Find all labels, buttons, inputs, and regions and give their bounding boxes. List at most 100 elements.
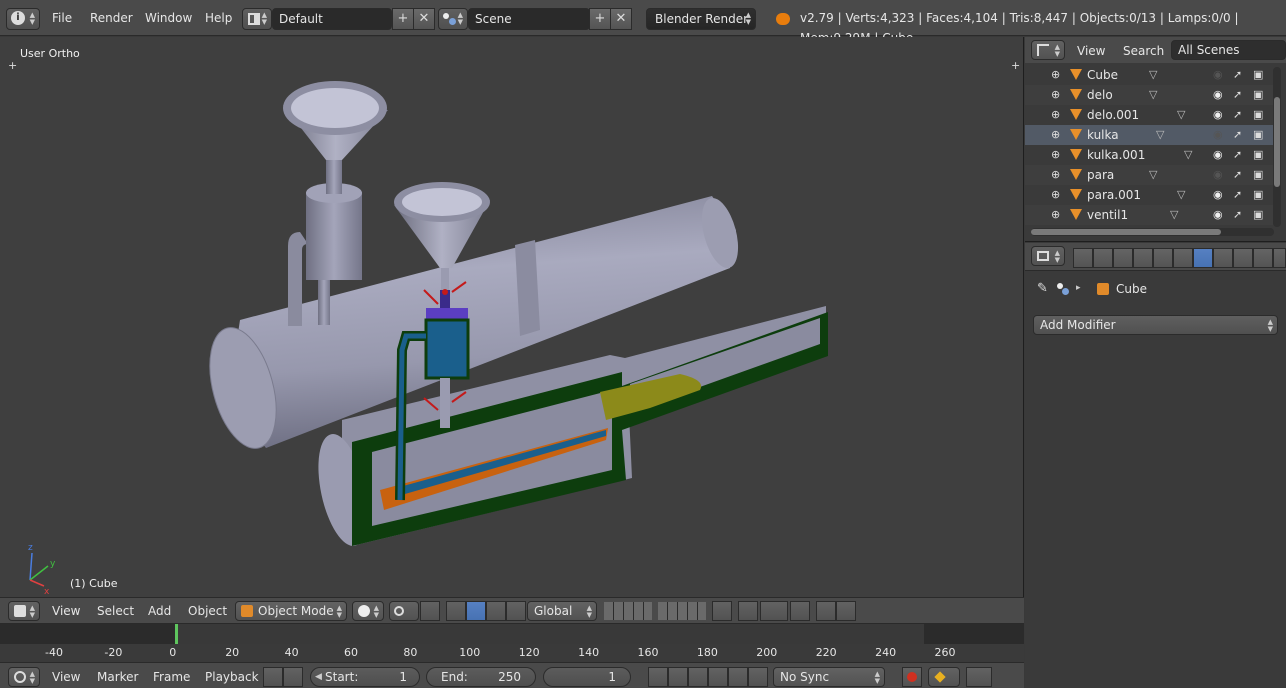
editor-type-button[interactable]: ▲ ▼ — [1031, 246, 1065, 266]
expand-icon[interactable]: ⊕ — [1051, 205, 1060, 225]
manipulator-toggle[interactable] — [420, 601, 440, 621]
visibility-eye-icon[interactable]: ◉ — [1213, 205, 1223, 225]
play-reverse-button[interactable] — [688, 667, 708, 687]
scene-name-field[interactable]: Scene — [468, 8, 590, 30]
select-cursor-icon[interactable]: ➚ — [1233, 185, 1242, 205]
play-button[interactable] — [708, 667, 728, 687]
remove-layout-button[interactable]: ✕ — [413, 8, 435, 30]
select-cursor-icon[interactable]: ➚ — [1233, 65, 1242, 85]
outliner-item-name[interactable]: kulka — [1087, 125, 1119, 145]
layout-browse-button[interactable]: ▲ ▼ — [242, 8, 272, 30]
render-camera-icon[interactable]: ▣ — [1253, 205, 1263, 225]
insert-keyframe-button[interactable] — [966, 667, 992, 687]
visibility-eye-icon[interactable]: ◉ — [1213, 105, 1223, 125]
jump-keyframe-forward-button[interactable] — [728, 667, 748, 687]
pin-icon[interactable]: ✎ — [1037, 281, 1048, 296]
menu-window[interactable]: Window — [145, 8, 192, 28]
mode-select[interactable]: Object Mode ▲ ▼ — [235, 601, 347, 621]
layout-name-field[interactable]: Default — [272, 8, 392, 30]
start-frame-field[interactable]: ◀ Start: 1 — [310, 667, 420, 687]
outliner-item[interactable]: ⊕ Cube ▽ ◉ ➚ ▣ — [1025, 65, 1273, 85]
layer-buttons-1[interactable] — [604, 602, 652, 620]
layer-buttons-2[interactable] — [658, 602, 706, 620]
menu-select[interactable]: Select — [97, 602, 134, 620]
outliner-item[interactable]: ⊕ ventil1 ▽ ◉ ➚ ▣ — [1025, 205, 1273, 225]
add-scene-button[interactable]: + — [589, 8, 611, 30]
auto-keying-button[interactable] — [902, 667, 922, 687]
add-layout-button[interactable]: + — [392, 8, 414, 30]
outliner-item[interactable]: ⊕ delo ▽ ◉ ➚ ▣ — [1025, 85, 1273, 105]
editor-type-button[interactable]: ▲ ▼ — [8, 601, 40, 621]
menu-search[interactable]: Search — [1123, 42, 1164, 60]
visibility-eye-icon[interactable]: ◉ — [1213, 165, 1223, 185]
3d-viewport[interactable]: User Ortho + + z y x (1) Cube — [0, 37, 1024, 597]
expand-icon[interactable]: ⊕ — [1051, 165, 1060, 185]
outliner-item[interactable]: ⊕ kulka ▽ ◉ ➚ ▣ — [1025, 125, 1273, 145]
translate-manipulator-button[interactable] — [446, 601, 466, 621]
orientation-select[interactable]: Global ▲ ▼ — [527, 601, 597, 621]
menu-view[interactable]: View — [52, 668, 80, 686]
jump-start-button[interactable] — [648, 667, 668, 687]
display-mode-select[interactable]: All Scenes — [1171, 40, 1286, 60]
tab-render-layers[interactable] — [1093, 248, 1113, 268]
sync-mode-select[interactable]: No Sync ▲ ▼ — [773, 667, 885, 687]
tab-texture[interactable] — [1253, 248, 1273, 268]
add-modifier-select[interactable]: Add Modifier ▲ ▼ — [1033, 315, 1278, 335]
tab-material[interactable] — [1233, 248, 1253, 268]
outliner-item[interactable]: ⊕ para ▽ ◉ ➚ ▣ — [1025, 165, 1273, 185]
editor-type-button[interactable]: ▲ ▼ — [8, 667, 40, 687]
remove-scene-button[interactable]: ✕ — [610, 8, 632, 30]
expand-icon[interactable]: ⊕ — [1051, 145, 1060, 165]
select-cursor-icon[interactable]: ➚ — [1233, 205, 1242, 225]
menu-help[interactable]: Help — [205, 8, 232, 28]
render-camera-icon[interactable]: ▣ — [1253, 85, 1263, 105]
expand-icon[interactable]: ⊕ — [1051, 185, 1060, 205]
tab-physics[interactable] — [1273, 248, 1286, 268]
tab-modifiers[interactable] — [1193, 248, 1213, 268]
render-camera-icon[interactable]: ▣ — [1253, 165, 1263, 185]
outliner-item-name[interactable]: para — [1087, 165, 1114, 185]
outliner-item-name[interactable]: kulka.001 — [1087, 145, 1145, 165]
select-cursor-icon[interactable]: ➚ — [1233, 145, 1242, 165]
select-cursor-icon[interactable]: ➚ — [1233, 165, 1242, 185]
current-frame-field[interactable]: 1 — [543, 667, 631, 687]
visibility-eye-icon[interactable]: ◉ — [1213, 145, 1223, 165]
pivot-select[interactable] — [389, 601, 419, 621]
render-camera-icon[interactable]: ▣ — [1253, 145, 1263, 165]
outliner-item-name[interactable]: para.001 — [1087, 185, 1141, 205]
translate-button[interactable] — [466, 601, 486, 621]
select-cursor-icon[interactable]: ➚ — [1233, 105, 1242, 125]
tab-world[interactable] — [1133, 248, 1153, 268]
menu-object[interactable]: Object — [188, 602, 227, 620]
rotate-button[interactable] — [486, 601, 506, 621]
menu-render[interactable]: Render — [90, 8, 133, 28]
render-engine-select[interactable]: Blender Render ▲ ▼ — [646, 8, 756, 30]
outliner-vscrollbar[interactable] — [1273, 67, 1281, 227]
editor-type-button[interactable]: ▲ ▼ — [1031, 40, 1065, 60]
outliner-item-name[interactable]: Cube — [1087, 65, 1118, 85]
frame-cursor[interactable] — [175, 624, 178, 644]
render-animation-button[interactable] — [836, 601, 856, 621]
end-frame-field[interactable]: End: 250 — [426, 667, 536, 687]
lock-layers-button[interactable] — [712, 601, 732, 621]
snap-target-button[interactable] — [790, 601, 810, 621]
outliner-item[interactable]: ⊕ delo.001 ▽ ◉ ➚ ▣ — [1025, 105, 1273, 125]
menu-view[interactable]: View — [52, 602, 80, 620]
menu-add[interactable]: Add — [148, 602, 171, 620]
visibility-eye-icon[interactable]: ◉ — [1213, 125, 1223, 145]
proportional-edit-button[interactable] — [738, 601, 758, 621]
menu-frame[interactable]: Frame — [153, 668, 190, 686]
jump-keyframe-back-button[interactable] — [668, 667, 688, 687]
tab-render[interactable] — [1073, 248, 1093, 268]
shading-select[interactable]: ▲ ▼ — [352, 601, 384, 621]
tab-object[interactable] — [1153, 248, 1173, 268]
outliner-item-name[interactable]: delo.001 — [1087, 105, 1139, 125]
render-camera-icon[interactable]: ▣ — [1253, 125, 1263, 145]
outliner-item-name[interactable]: ventil1 — [1087, 205, 1128, 225]
menu-file[interactable]: File — [52, 8, 72, 28]
jump-end-button[interactable] — [748, 667, 768, 687]
lock-time-button[interactable] — [283, 667, 303, 687]
editor-type-button[interactable]: i ▲ ▼ — [6, 8, 40, 30]
outliner-item[interactable]: ⊕ para.001 ▽ ◉ ➚ ▣ — [1025, 185, 1273, 205]
select-cursor-icon[interactable]: ➚ — [1233, 125, 1242, 145]
